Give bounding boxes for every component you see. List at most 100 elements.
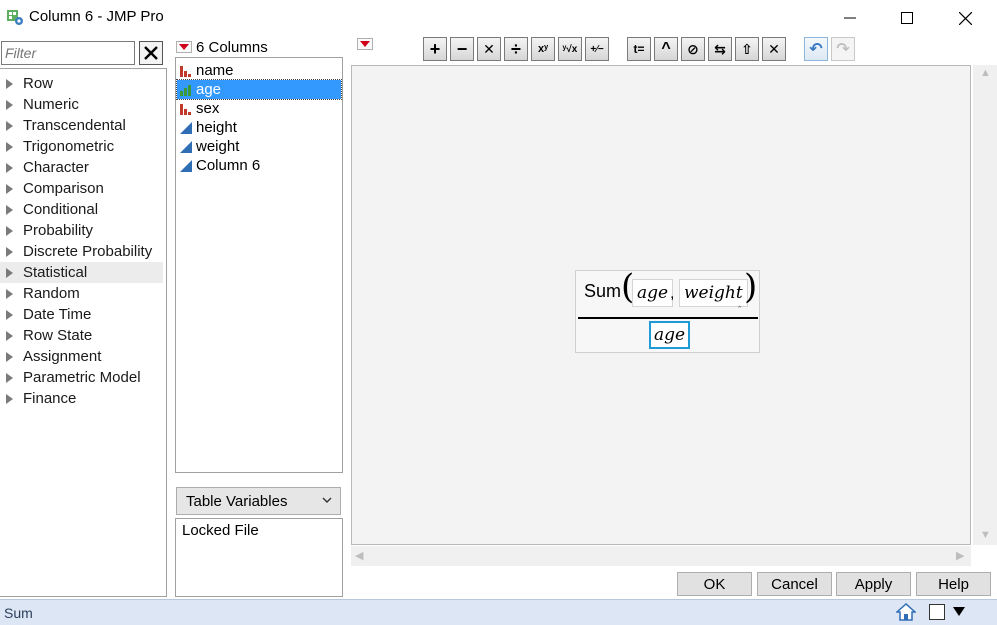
delete-button[interactable]: ✕ (762, 37, 786, 61)
continuous-icon (180, 121, 192, 134)
function-label: Statistical (23, 264, 88, 281)
ordinal-icon (180, 84, 191, 96)
root-button[interactable]: ʸ√x (558, 37, 582, 61)
formula-denominator-age[interactable]: age (649, 321, 691, 349)
caret-up-button[interactable]: ^ (654, 37, 678, 61)
peel-button[interactable]: ⊘ (681, 37, 705, 61)
expand-arrow-icon[interactable] (6, 288, 13, 299)
scroll-right-icon[interactable]: ▶ (956, 549, 964, 562)
expand-arrow-icon[interactable] (6, 267, 13, 278)
function-item-random[interactable]: Random (0, 283, 163, 304)
subtract-button[interactable]: − (450, 37, 474, 61)
expand-arrow-icon[interactable] (6, 225, 13, 236)
formula-argument-age[interactable]: age (632, 279, 674, 307)
filter-input[interactable] (2, 42, 134, 64)
ok-button[interactable]: OK (677, 572, 752, 596)
function-name[interactable]: Sum (584, 281, 621, 302)
insert-caret-icon[interactable]: ‸ (738, 297, 741, 308)
columns-list[interactable]: name age sex height weight Column 6 (175, 57, 343, 473)
expand-arrow-icon[interactable] (6, 393, 13, 404)
plus-minus-icon: +∕− (590, 43, 604, 55)
expand-arrow-icon[interactable] (6, 309, 13, 320)
expand-arrow-icon[interactable] (6, 162, 13, 173)
column-item-sex[interactable]: sex (177, 99, 341, 118)
expand-arrow-icon[interactable] (6, 372, 13, 383)
table-variables-dropdown[interactable]: Table Variables (176, 487, 341, 515)
column-item-column-6[interactable]: Column 6 (177, 156, 341, 175)
help-button[interactable]: Help (916, 572, 991, 596)
vertical-scrollbar[interactable]: ▲ ▼ (973, 65, 997, 545)
power-icon: xʸ (537, 43, 549, 55)
expand-arrow-icon[interactable] (6, 120, 13, 131)
power-button[interactable]: xʸ (531, 37, 555, 61)
column-item-weight[interactable]: weight (177, 137, 341, 156)
function-label: Row State (23, 327, 93, 344)
expand-arrow-icon[interactable] (6, 246, 13, 257)
undo-button[interactable]: ↶ (804, 37, 828, 61)
scroll-up-icon[interactable]: ▲ (980, 67, 991, 79)
scroll-left-icon[interactable]: ◀ (355, 549, 363, 562)
function-item-finance[interactable]: Finance (0, 388, 163, 409)
minimize-button[interactable] (821, 0, 879, 36)
sign-button[interactable]: +∕− (585, 37, 609, 61)
delete-icon: ✕ (768, 40, 780, 57)
close-window-button[interactable] (936, 0, 994, 36)
multiply-button[interactable]: ✕ (477, 37, 501, 61)
function-item-statistical[interactable]: Statistical (0, 262, 163, 283)
function-item-trigonometric[interactable]: Trigonometric (0, 136, 163, 157)
swap-button[interactable]: ⇆ (708, 37, 732, 61)
function-category-list[interactable]: Row Numeric Transcendental Trigonometric… (0, 68, 167, 597)
expand-arrow-icon[interactable] (6, 99, 13, 110)
filter-clear-button[interactable] (139, 41, 163, 65)
maximize-icon (901, 12, 913, 24)
redo-button[interactable]: ↷ (831, 37, 855, 61)
column-item-name[interactable]: name (177, 61, 341, 80)
home-icon[interactable] (896, 603, 916, 621)
divide-icon: ÷ (511, 38, 521, 59)
function-item-row[interactable]: Row (0, 73, 163, 94)
column-item-age[interactable]: age (176, 79, 342, 100)
function-item-date-time[interactable]: Date Time (0, 304, 163, 325)
function-item-assignment[interactable]: Assignment (0, 346, 163, 367)
formula-expression[interactable]: Sum ( age , weight ‸ ) age (575, 267, 760, 353)
expand-arrow-icon[interactable] (6, 204, 13, 215)
function-item-row-state[interactable]: Row State (0, 325, 163, 346)
cancel-button[interactable]: Cancel (757, 572, 832, 596)
columns-menu-button[interactable] (176, 41, 192, 53)
horizontal-scrollbar[interactable]: ◀ ▶ (351, 546, 971, 566)
filter-box[interactable] (1, 41, 135, 65)
expand-arrow-icon[interactable] (6, 78, 13, 89)
table-variables-list[interactable]: Locked File (175, 518, 343, 597)
expand-arrow-icon[interactable] (6, 141, 13, 152)
formula-menu-button[interactable] (357, 38, 373, 50)
function-item-parametric-model[interactable]: Parametric Model (0, 367, 163, 388)
function-item-comparison[interactable]: Comparison (0, 178, 163, 199)
maximize-button[interactable] (878, 0, 936, 36)
table-variable-item[interactable]: Locked File (182, 522, 259, 539)
window-list-dropdown-icon[interactable] (953, 607, 965, 616)
function-item-transcendental[interactable]: Transcendental (0, 115, 163, 136)
function-label: Row (23, 75, 54, 92)
unary-button[interactable]: ⇧ (735, 37, 759, 61)
column-item-height[interactable]: height (177, 118, 341, 137)
assign-button[interactable]: t= (627, 37, 651, 61)
peel-icon: ⊘ (687, 40, 699, 57)
expand-arrow-icon[interactable] (6, 351, 13, 362)
function-item-probability[interactable]: Probability (0, 220, 163, 241)
redo-icon: ↷ (836, 41, 850, 58)
function-item-character[interactable]: Character (0, 157, 163, 178)
function-item-discrete-probability[interactable]: Discrete Probability (0, 241, 163, 262)
function-item-numeric[interactable]: Numeric (0, 94, 163, 115)
window-list-icon[interactable] (929, 604, 945, 620)
function-label: Discrete Probability (23, 243, 153, 260)
scroll-down-icon[interactable]: ▼ (980, 529, 991, 541)
add-button[interactable]: + (423, 37, 447, 61)
expand-arrow-icon[interactable] (6, 330, 13, 341)
function-item-conditional[interactable]: Conditional (0, 199, 163, 220)
apply-button[interactable]: Apply (836, 572, 911, 596)
status-bar (0, 599, 997, 625)
continuous-icon (180, 159, 192, 172)
divide-button[interactable]: ÷ (504, 37, 528, 61)
nominal-icon (180, 103, 191, 115)
expand-arrow-icon[interactable] (6, 183, 13, 194)
